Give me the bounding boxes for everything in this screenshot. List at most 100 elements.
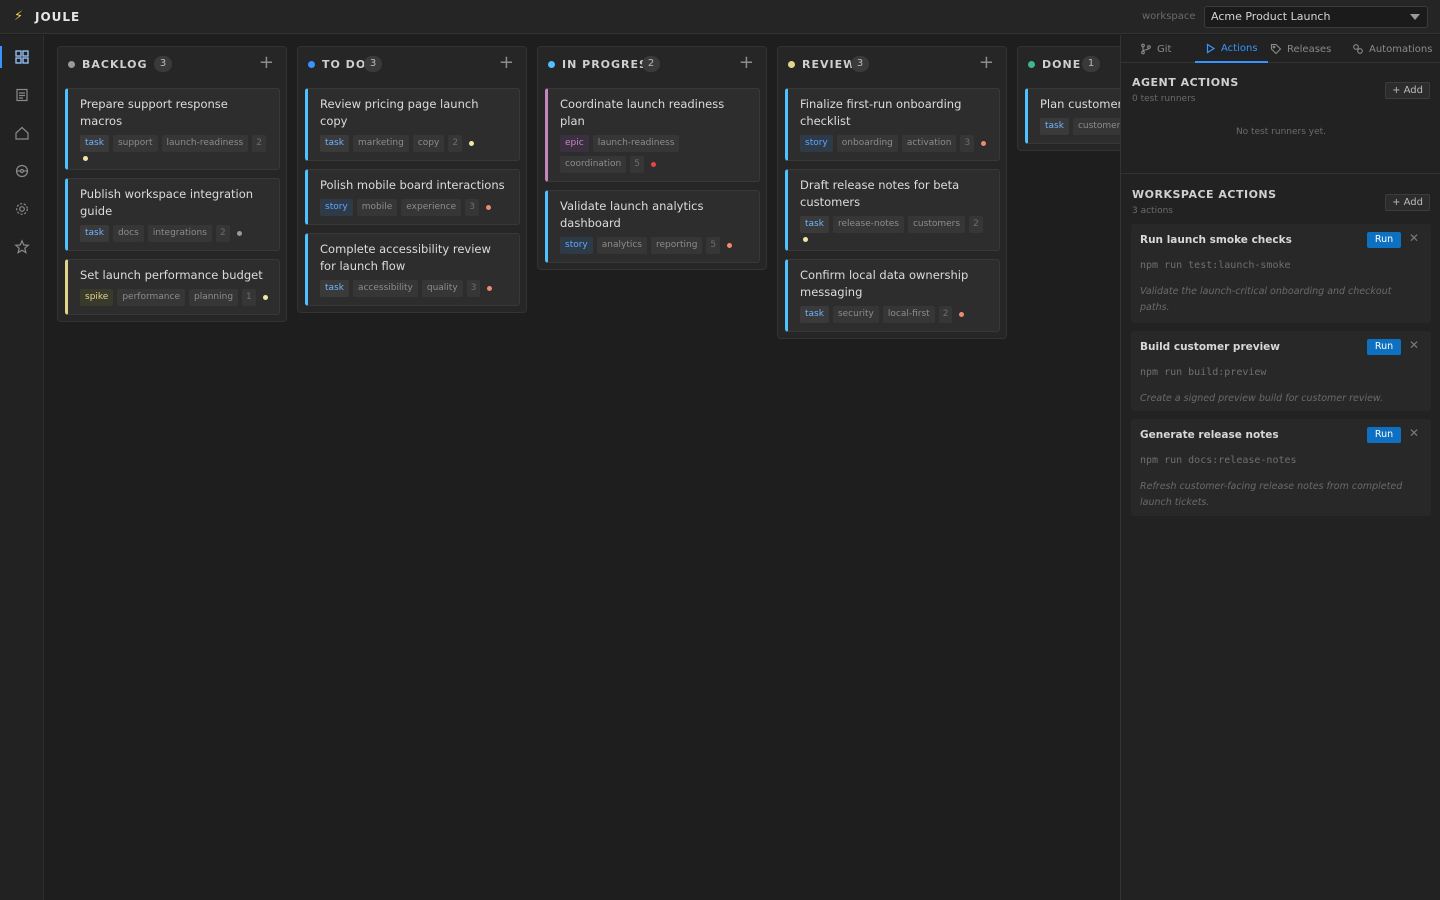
story-points: 2 [252, 135, 266, 152]
tab-automations-label: Automations [1369, 43, 1433, 55]
close-icon[interactable]: ✕ [1409, 426, 1419, 440]
column-count: 1 [1082, 56, 1100, 72]
add-card-icon[interactable]: + [259, 54, 274, 72]
card-tags: task docs integrations 2 [80, 225, 269, 242]
type-badge: spike [80, 289, 114, 306]
action-command: npm run build:preview [1140, 367, 1267, 378]
card-title: Polish mobile board interactions [320, 178, 505, 192]
task-card[interactable]: Publish workspace integration guide task d… [65, 178, 280, 251]
rail-home[interactable] [0, 118, 44, 148]
workspace-select[interactable]: Acme Product Launch [1204, 6, 1428, 28]
priority-dot [727, 243, 733, 248]
task-card[interactable]: Prepare support response macros task suppo… [65, 88, 280, 170]
label-tag: customers [907, 216, 966, 233]
label-tag: quality [421, 280, 463, 297]
left-rail [0, 35, 44, 900]
action-card: Build customer preview Run ✕ npm run bui… [1131, 331, 1431, 411]
status-dot [548, 61, 555, 68]
priority-dot [262, 295, 268, 300]
card-title: Complete accessibility review for launch… [320, 242, 491, 273]
actions-panel: Git Actions Releases Automations AGENT A… [1120, 35, 1440, 900]
card-title: Set launch performance budget [80, 268, 263, 282]
rail-docs[interactable] [0, 80, 44, 110]
priority-dot [485, 205, 491, 210]
board-column: IN PROGRESS 2 + Coordinate launch readiness… [537, 46, 767, 270]
card-title: Coordinate launch readiness plan [560, 97, 725, 128]
label-tag: experience [401, 199, 462, 216]
label-tag: launch-readiness [592, 135, 680, 152]
task-card[interactable]: Review pricing page launch copy task marke… [305, 88, 520, 161]
workspace-actions-title: WORKSPACE ACTIONS [1132, 188, 1277, 201]
tab-releases[interactable]: Releases [1270, 35, 1331, 63]
task-card[interactable]: Complete accessibility review for launch… [305, 233, 520, 306]
story-points: 3 [465, 199, 479, 216]
rail-settings[interactable] [0, 194, 44, 224]
card-tags: task release-notes customers 2 [800, 216, 989, 242]
column-header: REVIEW 3 + [778, 47, 1006, 80]
task-card[interactable]: Confirm local data ownership messaging ta… [785, 259, 1000, 332]
action-description: Refresh customer-facing release notes fr… [1140, 481, 1403, 508]
label-tag: local-first [882, 306, 935, 323]
empty-state: No test runners yet. [1235, 127, 1327, 137]
card-tags: story analytics reporting 5 [560, 237, 749, 254]
tab-actions[interactable]: Actions [1195, 35, 1268, 63]
run-button[interactable]: Run [1367, 232, 1401, 248]
close-icon[interactable]: ✕ [1409, 231, 1419, 245]
rail-favorites[interactable] [0, 232, 44, 262]
agent-actions-subtitle: 0 test runners [1132, 94, 1196, 104]
story-points: 2 [969, 216, 983, 233]
label-tag: integrations [147, 225, 212, 242]
close-icon[interactable]: ✕ [1409, 338, 1419, 352]
tab-git[interactable]: Git [1140, 35, 1171, 63]
add-workspace-action-button[interactable]: + Add [1385, 194, 1430, 211]
run-button[interactable]: Run [1367, 427, 1401, 443]
column-header: IN PROGRESS 2 + [538, 47, 766, 80]
app-name: JOULE [35, 9, 81, 24]
home-icon [15, 126, 29, 140]
column-header: TO DO 3 + [298, 47, 526, 80]
workspace-label: workspace [1142, 11, 1196, 22]
card-title: Publish workspace integration guide [80, 187, 254, 218]
type-badge: epic [560, 135, 589, 152]
card-tags: story onboarding activation 3 [800, 135, 989, 152]
add-agent-action-button[interactable]: + Add [1385, 82, 1430, 99]
rail-board[interactable] [0, 42, 44, 72]
task-card[interactable]: Draft release notes for beta customers ta… [785, 169, 1000, 251]
action-title: Generate release notes [1140, 429, 1279, 441]
task-card[interactable]: Finalize first-run onboarding checklist s… [785, 88, 1000, 161]
type-badge: task [800, 216, 829, 233]
card-title: Plan customer launch webinar [1040, 97, 1120, 111]
brand: ⚡ JOULE [14, 9, 80, 24]
task-card[interactable]: Coordinate launch readiness plan epic laun… [545, 88, 760, 182]
priority-dot [981, 141, 987, 146]
document-icon [16, 88, 28, 102]
add-card-icon[interactable]: + [499, 54, 514, 72]
type-badge: task [320, 280, 349, 297]
board-column: REVIEW 3 + Finalize first-run onboarding ch… [777, 46, 1007, 339]
card-title: Draft release notes for beta customers [800, 178, 960, 209]
tab-git-label: Git [1157, 43, 1172, 55]
priority-dot [650, 162, 656, 167]
task-card[interactable]: Validate launch analytics dashboard story… [545, 190, 760, 263]
add-card-icon[interactable]: + [979, 54, 994, 72]
card-tags: epic launch-readiness coordination 5 [560, 135, 749, 173]
tab-automations[interactable]: Automations [1352, 35, 1432, 63]
type-badge: story [320, 199, 353, 216]
story-points: 2 [448, 135, 463, 152]
task-card[interactable]: Polish mobile board interactions story mob… [305, 169, 520, 225]
type-badge: task [800, 306, 829, 323]
rail-network[interactable] [0, 156, 44, 186]
column-title: DONE [1042, 58, 1082, 71]
action-card: Generate release notes Run ✕ npm run doc… [1131, 419, 1431, 516]
play-icon [1206, 42, 1216, 54]
type-badge: task [1040, 118, 1069, 135]
run-button[interactable]: Run [1367, 339, 1401, 355]
task-card[interactable]: Set launch performance budget spike perfor… [65, 259, 280, 315]
column-header: BACKLOG 3 + [58, 47, 286, 80]
task-card[interactable]: Plan customer launch webinar taskcustomer… [1025, 88, 1120, 144]
add-card-icon[interactable]: + [739, 54, 754, 72]
divider [1121, 173, 1440, 174]
story-points: 5 [630, 156, 644, 173]
column-count: 3 [154, 56, 172, 72]
type-badge: story [560, 237, 593, 254]
